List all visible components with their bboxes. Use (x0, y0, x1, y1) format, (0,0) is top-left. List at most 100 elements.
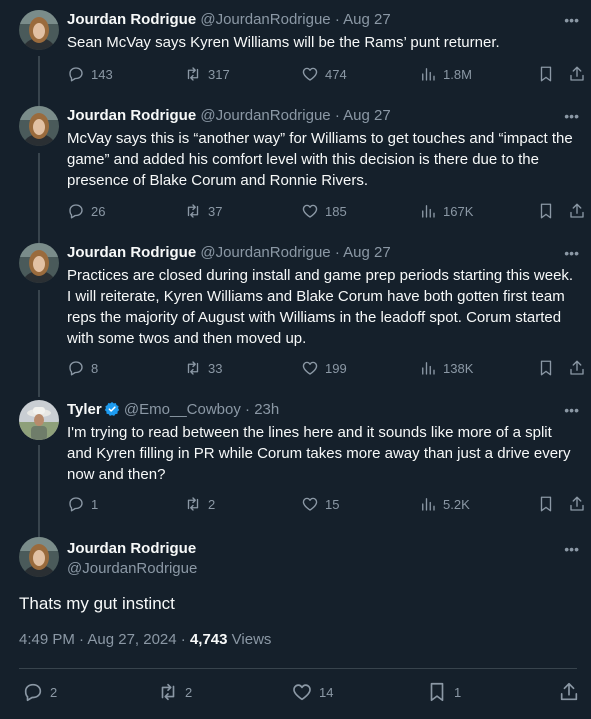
views-label: Views (227, 631, 272, 648)
retweet-icon (187, 497, 199, 511)
bookmark-button[interactable] (537, 202, 555, 220)
tweet[interactable]: Jourdan Rodrigue @JourdanRodrigue · Aug … (0, 96, 591, 233)
retweet-button[interactable]: 33 (184, 359, 222, 377)
reply-icon (69, 361, 83, 376)
author-name[interactable]: Jourdan Rodrigue (67, 11, 196, 28)
view-count: 4,743 (189, 631, 228, 648)
more-icon[interactable]: ••• (564, 12, 579, 28)
bookmark-icon (430, 682, 444, 702)
verified-badge-icon (104, 402, 119, 416)
tweet-timestamp[interactable]: 4:49 PM · Aug 27, 2024 · (19, 631, 190, 648)
tweet[interactable]: Jourdan Rodrigue @JourdanRodrigue · Aug … (0, 233, 591, 390)
more-icon[interactable]: ••• (564, 402, 579, 418)
tweet-date[interactable]: Aug 27 (343, 107, 391, 124)
reply-count: 1 (91, 496, 99, 512)
reply-button[interactable]: 143 (67, 65, 113, 83)
bookmark-button[interactable] (537, 65, 555, 83)
like-count: 15 (325, 496, 340, 512)
retweet-button[interactable]: 2 (157, 681, 192, 703)
divider (19, 668, 577, 669)
share-button[interactable] (558, 681, 580, 703)
views-button[interactable]: 1.8M (419, 65, 472, 83)
reply-button[interactable]: 26 (67, 202, 105, 220)
views-button[interactable]: 138K (419, 359, 473, 377)
tweet-date[interactable]: Aug 27 (343, 244, 391, 261)
tweet-text: I'm trying to read between the lines her… (67, 424, 571, 483)
tweet-actions: 26 37 185 167K (67, 202, 586, 222)
like-icon (302, 361, 318, 375)
share-button[interactable] (568, 495, 586, 513)
bookmark-button[interactable] (537, 495, 555, 513)
tweet-text: Thats my gut instinct (19, 594, 175, 613)
tweet-date[interactable]: 23h (254, 401, 279, 418)
like-button[interactable]: 14 (291, 681, 333, 703)
reply-icon (69, 497, 83, 512)
like-count: 199 (325, 360, 347, 376)
share-button[interactable] (568, 359, 586, 377)
author-name[interactable]: Tyler (67, 401, 102, 418)
views-button[interactable]: 5.2K (419, 495, 470, 513)
reply-button[interactable]: 8 (67, 359, 98, 377)
views-icon (422, 68, 435, 81)
like-button[interactable]: 199 (301, 359, 347, 377)
more-icon[interactable]: ••• (564, 245, 579, 261)
bookmark-icon (540, 360, 552, 376)
tweet-date[interactable]: Aug 27 (343, 11, 391, 28)
share-icon (570, 496, 584, 511)
tweet-actions: 8 33 199 138K (67, 359, 586, 379)
like-count: 474 (325, 66, 347, 82)
avatar[interactable] (19, 243, 59, 283)
share-icon (570, 66, 584, 81)
avatar[interactable] (19, 106, 59, 146)
share-button[interactable] (568, 202, 586, 220)
reply-button[interactable]: 2 (22, 681, 57, 703)
retweet-button[interactable]: 2 (184, 495, 215, 513)
tweet[interactable]: Jourdan Rodrigue @JourdanRodrigue · Aug … (0, 0, 591, 96)
retweet-button[interactable]: 317 (184, 65, 230, 83)
author-name[interactable]: Jourdan Rodrigue (67, 107, 196, 124)
view-count: 5.2K (443, 496, 470, 512)
author-handle[interactable]: @Emo__Cowboy (124, 401, 241, 418)
separator: · (334, 244, 340, 261)
more-icon[interactable]: ••• (564, 541, 579, 557)
avatar[interactable] (19, 400, 59, 440)
reply-count: 2 (50, 684, 58, 700)
bookmark-icon (540, 66, 552, 82)
tweet[interactable]: Tyler @Emo__Cowboy · 23h ••• I'm trying … (0, 390, 591, 527)
bookmark-count: 1 (454, 684, 462, 700)
author-handle[interactable]: @JourdanRodrigue (200, 107, 330, 124)
views-button[interactable]: 167K (419, 202, 473, 220)
avatar[interactable] (19, 537, 59, 577)
like-button[interactable]: 15 (301, 495, 339, 513)
retweet-icon (187, 204, 199, 218)
tweet-actions: 1 2 15 5.2K (67, 495, 586, 515)
share-button[interactable] (568, 65, 586, 83)
author-name[interactable]: Jourdan Rodrigue (67, 244, 196, 261)
retweet-count: 2 (208, 496, 216, 512)
tweet-header: Tyler @Emo__Cowboy · 23h (67, 400, 551, 420)
view-count: 1.8M (443, 66, 472, 82)
retweet-button[interactable]: 37 (184, 202, 222, 220)
author-handle[interactable]: @JourdanRodrigue (200, 244, 330, 261)
author-handle[interactable]: @JourdanRodrigue (67, 560, 197, 577)
reply-count: 26 (91, 203, 106, 219)
author-handle[interactable]: @JourdanRodrigue (200, 11, 330, 28)
reply-button[interactable]: 1 (67, 495, 98, 513)
like-button[interactable]: 474 (301, 65, 347, 83)
reply-icon (69, 204, 83, 219)
bookmark-button[interactable]: 1 (426, 681, 461, 703)
avatar[interactable] (19, 10, 59, 50)
like-icon (293, 684, 311, 701)
like-button[interactable]: 185 (301, 202, 347, 220)
reply-count: 8 (91, 360, 99, 376)
more-icon[interactable]: ••• (564, 108, 579, 124)
separator: · (334, 107, 340, 124)
share-icon (570, 360, 584, 375)
tweet-actions: 2 2 14 1 (20, 681, 579, 705)
like-icon (302, 204, 318, 218)
share-icon (560, 682, 578, 701)
bookmark-button[interactable] (537, 359, 555, 377)
view-count: 138K (443, 360, 474, 376)
like-icon (302, 497, 318, 511)
author-name[interactable]: Jourdan Rodrigue (67, 540, 196, 557)
